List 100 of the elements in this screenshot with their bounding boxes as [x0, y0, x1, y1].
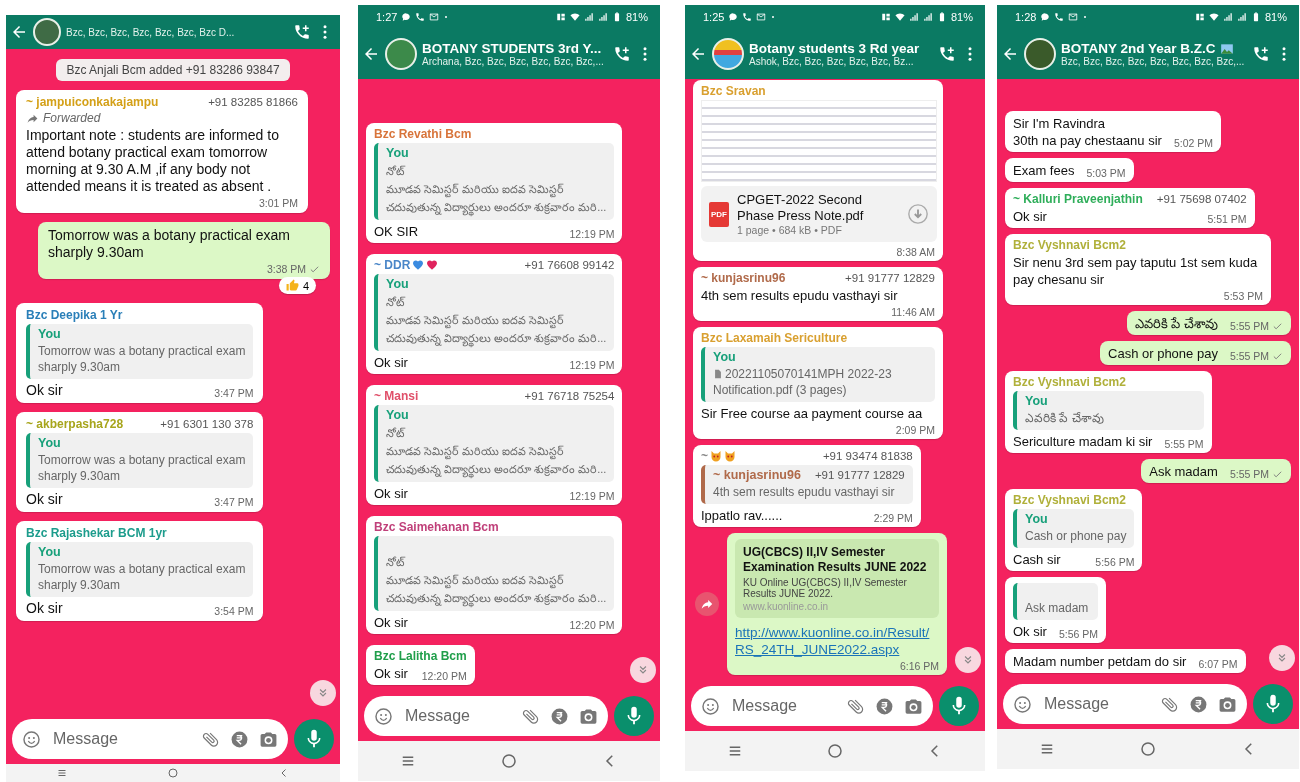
camera-icon[interactable]: [579, 706, 598, 726]
emoji-icon[interactable]: [1013, 694, 1032, 714]
emoji-icon[interactable]: [374, 706, 393, 726]
message-text: Sericulture madam ki sir: [1013, 433, 1153, 450]
message-text: Ask madam: [1149, 463, 1218, 480]
rupee-icon[interactable]: [1189, 694, 1208, 714]
message-text: Ok sir: [374, 665, 408, 682]
quoted-message[interactable]: You నోట్ మూడవ సెమిస్టర్ మరియు ఐదవ సెమిస్టర్ చదువుతున్న విద్యార్థులు అందరూ శుక్రవారం మరి...: [374, 405, 615, 482]
camera-icon[interactable]: [904, 696, 923, 716]
document-thumbnail[interactable]: [701, 100, 937, 182]
message-time: 12:19 PM: [569, 490, 615, 502]
forward-button[interactable]: [695, 592, 719, 616]
message-time: 2:29 PM: [873, 512, 913, 524]
camera-icon[interactable]: [1218, 694, 1237, 714]
battery-level: 81%: [1264, 11, 1287, 23]
sender-name[interactable]: ~ Mansi: [374, 389, 419, 403]
quote-text: మూడవ సెమిస్టర్ మరియు ఐదవ సెమిస్టర్: [386, 442, 607, 460]
quoted-message[interactable]: You ఎవరికి పే చేశావు: [1013, 391, 1204, 430]
message-text: Ok sir: [26, 600, 63, 617]
scroll-down-button[interactable]: [955, 647, 981, 673]
message-time: 5:56 PM: [1058, 628, 1099, 640]
rupee-icon[interactable]: [875, 696, 894, 716]
sender-name[interactable]: ~ DDR: [374, 258, 411, 272]
group-name[interactable]: BOTANY STUDENTS 3rd Y...: [422, 41, 602, 56]
sender-name[interactable]: Bzc Revathi Bcm: [374, 127, 472, 141]
sender-name[interactable]: ~: [701, 449, 708, 463]
reaction-chip[interactable]: 4: [278, 277, 316, 294]
add-call-icon[interactable]: [293, 23, 311, 41]
sender-name[interactable]: Bzc Saimehanan Bcm: [374, 520, 499, 534]
sender-name[interactable]: Bzc Lalitha Bcm: [374, 649, 467, 663]
scroll-down-button[interactable]: [630, 657, 656, 683]
quote-text: నోట్: [386, 295, 407, 310]
file-attachment[interactable]: PDF CPGET-2022 Second Phase Press Note.pdf 1 page • 684 kB • PDF: [701, 186, 937, 242]
message-time: 5:56 PM: [1095, 556, 1135, 568]
scroll-down-button[interactable]: [1269, 645, 1295, 671]
rupee-icon[interactable]: [230, 729, 249, 749]
quoted-message[interactable]: Ask madam: [1013, 583, 1099, 620]
mic-button[interactable]: [294, 719, 334, 759]
group-members[interactable]: Archana, Bzc, Bzc, Bzc, Bzc, Bzc, Bzc,...: [422, 56, 608, 67]
message-field[interactable]: Message: [691, 686, 933, 726]
sender-name[interactable]: ~ kunjasrinu96: [701, 271, 786, 285]
camera-icon[interactable]: [259, 729, 278, 749]
sender-name[interactable]: ~ Kalluri Praveenjathin: [1013, 192, 1143, 206]
quoted-message[interactable]: ~ kunjasrinu96 +91 91777 12829 4th sem results epudu vasthayi sir: [701, 465, 913, 504]
group-name[interactable]: BOTANY 2nd Year B.Z.C: [1061, 41, 1216, 56]
mic-button[interactable]: [1253, 684, 1293, 724]
sender-name[interactable]: ~ akberpasha728: [26, 417, 124, 431]
group-avatar[interactable]: [712, 38, 744, 70]
message-text: Ok sir: [26, 491, 63, 508]
message-time: 5:55 PM: [1229, 468, 1269, 480]
group-members[interactable]: Bzc, Bzc, Bzc, Bzc, Bzc, Bzc, Bzc D...: [66, 26, 288, 38]
emoji-icon[interactable]: [22, 729, 41, 749]
link-preview[interactable]: UG(CBCS) II,IV Semester Examination Results JUNE 2022 KU Online UG(CBCS) II,IV Semester Results JUNE 2022. www.kuonline.co.in: [735, 539, 939, 618]
message-time: 5:55 PM: [1229, 350, 1269, 362]
wifi-icon: [1208, 12, 1219, 22]
quoted-message[interactable]: You Tomorrow was a botany practical exam sharply 9.30am: [26, 433, 254, 488]
mic-button[interactable]: [939, 686, 979, 726]
quote-text: Cash or phone pay: [1025, 528, 1127, 544]
home-icon[interactable]: [826, 742, 844, 760]
quoted-message[interactable]: You Cash or phone pay: [1013, 509, 1135, 548]
quoted-message[interactable]: నోట్ మూడవ సెమిస్టర్ మరియు ఐదవ సెమిస్టర్ చదువుతున్న విద్యార్థులు అందరూ శుక్రవారం మరి...: [374, 536, 615, 611]
message-input[interactable]: Message: [730, 696, 836, 716]
quoted-message[interactable]: You Tomorrow was a botany practical exam sharply 9.30am: [26, 542, 254, 597]
quoted-message[interactable]: You Tomorrow was a botany practical exam sharply 9.30am: [26, 324, 254, 379]
quoted-message[interactable]: You నోట్ మూడవ సెమిస్టర్ మరియు ఐదవ సెమిస్టర్ చదువుతున్న విద్యార్థులు అందరూ శుక్రవారం మరి...: [374, 143, 615, 220]
group-avatar[interactable]: [1024, 38, 1056, 70]
message-field[interactable]: Message: [364, 696, 608, 736]
sender-name[interactable]: Bzc Deepika 1 Yr: [26, 308, 123, 322]
quoted-message[interactable]: You నోట్ మూడవ సెమిస్టర్ మరియు ఐదవ సెమిస్టర్ చదువుతున్న విద్యార్థులు అందరూ శుక్రవారం మరి...: [374, 274, 615, 351]
group-members[interactable]: Ashok, Bzc, Bzc, Bzc, Bzc, Bzc, Bz...: [749, 56, 933, 67]
quote-text: Ask madam: [1025, 600, 1090, 616]
scroll-down-button[interactable]: [310, 680, 336, 706]
home-icon[interactable]: [1139, 740, 1157, 758]
message-field[interactable]: Message: [12, 719, 288, 759]
status-time: 1:28: [1015, 11, 1037, 23]
message-time: 3:38 PM: [266, 263, 306, 275]
sender-name[interactable]: Bzc Rajashekar BCM 1yr: [26, 526, 167, 540]
quoted-message[interactable]: You 20221105070141MPH 2022-23 Notification.pdf (3 pages): [701, 347, 935, 402]
group-name[interactable]: Botany students 3 Rd year: [749, 41, 920, 56]
message-input[interactable]: Message: [1042, 694, 1150, 714]
home-icon[interactable]: [500, 752, 518, 770]
emoji-icon[interactable]: [701, 696, 720, 716]
quote-author: ~ kunjasrinu96: [713, 468, 801, 482]
group-members[interactable]: Bzc, Bzc, Bzc, Bzc, Bzc, Bzc, Bzc, Bzc,...: [1061, 56, 1247, 67]
add-call-icon[interactable]: [1252, 45, 1270, 63]
message-input[interactable]: Message: [51, 729, 191, 749]
message-link[interactable]: http://www.kuonline.co.in/Result/RS_24TH_JUNE2022.aspx: [735, 624, 939, 658]
home-icon[interactable]: [167, 767, 179, 779]
mic-button[interactable]: [614, 696, 654, 736]
quote-author: You: [38, 436, 61, 450]
message-input[interactable]: Message: [403, 706, 511, 726]
phone-icon: [415, 12, 426, 22]
rupee-icon[interactable]: [550, 706, 569, 726]
add-call-icon[interactable]: [613, 45, 631, 63]
group-avatar[interactable]: [33, 18, 61, 46]
sender-name[interactable]: ~ jampuiconkakajampu: [26, 95, 159, 109]
message-field[interactable]: Message: [1003, 684, 1247, 724]
add-call-icon[interactable]: [938, 45, 956, 63]
message-time: 11:46 AM: [891, 306, 935, 318]
group-avatar[interactable]: [385, 38, 417, 70]
